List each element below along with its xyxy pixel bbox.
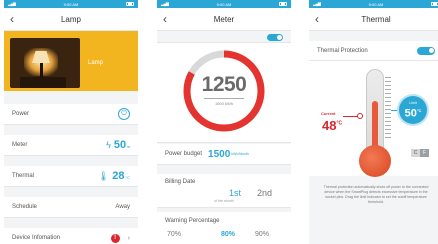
meter-divider xyxy=(204,98,244,99)
billing-date-label: Billing Date xyxy=(165,179,196,185)
status-time: 9:00 AM xyxy=(368,1,384,7)
meter-screen: ▂▄▆ 9:00 AM ‹ Meter 1250 1500 kWh Power … xyxy=(157,0,291,244)
meter-budget-sub: 1500 kWh xyxy=(214,101,233,106)
current-label: Current xyxy=(321,111,336,116)
power-budget-value: 1500 xyxy=(208,148,231,160)
thermal-protection-label: Thermal Protection xyxy=(317,47,368,54)
meter-gauge-card: 1250 1500 kWh xyxy=(157,42,291,143)
thermal-row[interactable]: Thermal 🌡 28 °C xyxy=(4,166,138,187)
power-label: Power xyxy=(12,111,30,117)
status-bar: ▂▄▆ 9:00 AM xyxy=(309,0,438,8)
thermometer-bulb xyxy=(359,145,391,177)
warning-label: Warning Percentage xyxy=(165,218,220,224)
lamp-header: ‹ Lamp xyxy=(4,8,138,31)
unit-fahrenheit[interactable]: F xyxy=(420,149,429,157)
billing-sub: of the month xyxy=(214,199,234,203)
status-bar: ▂▄▆ 9:00 AM xyxy=(4,0,138,8)
schedule-value: Away xyxy=(115,204,130,210)
billing-option-1st[interactable]: 1st xyxy=(229,188,241,198)
current-pointer-line xyxy=(343,116,358,117)
thermometer-panel: Current 48°C Limit 50°C C F xyxy=(309,61,438,177)
alert-badge: ! xyxy=(110,233,120,243)
meter-value: ϟ 50 w xyxy=(106,139,130,151)
unit-toggle[interactable]: C F xyxy=(411,149,429,157)
battery-icon xyxy=(279,2,287,6)
meter-header: ‹ Meter xyxy=(157,8,291,31)
lightning-icon: ϟ xyxy=(106,140,111,150)
power-row: Power ⏻ xyxy=(4,104,138,125)
thermal-header: ‹ Thermal xyxy=(309,8,438,31)
room-photo xyxy=(10,38,80,88)
battery-icon xyxy=(126,2,134,6)
page-title: Thermal xyxy=(361,14,391,24)
power-icon[interactable]: ⏻ xyxy=(118,108,130,120)
thermometer-ticks xyxy=(385,77,391,141)
side-table xyxy=(20,77,66,88)
meter-reading: 1250 xyxy=(201,73,247,96)
warning-option-80[interactable]: 80% xyxy=(221,231,235,238)
thermal-screen: ▂▄▆ 9:00 AM ‹ Thermal Thermal Protection… xyxy=(309,0,438,244)
power-budget-unit: kWh/Month xyxy=(231,152,249,156)
schedule-label: Schedule xyxy=(12,204,38,210)
warning-option-70[interactable]: 70% xyxy=(167,231,181,238)
current-indicator xyxy=(357,113,363,119)
meter-toggle[interactable] xyxy=(267,34,283,41)
meter-row[interactable]: Meter ϟ 50 w xyxy=(4,135,138,156)
status-bar: ▂▄▆ 9:00 AM xyxy=(157,0,291,8)
thermometer-icon: 🌡 xyxy=(97,171,110,181)
back-chevron-icon[interactable]: ‹ xyxy=(10,12,14,26)
signal-icon: ▂▄▆ xyxy=(161,1,169,6)
warning-percentage-row: Warning Percentage 70% 80% 90% xyxy=(157,212,291,244)
limit-temperature: 50°C xyxy=(404,107,422,120)
status-time: 9:00 AM xyxy=(216,1,232,7)
hero-label: Lamp xyxy=(88,60,104,66)
page-title: Meter xyxy=(213,14,235,24)
status-time: 9:00 AM xyxy=(63,1,79,7)
battery-icon xyxy=(431,2,438,6)
schedule-row[interactable]: Schedule Away xyxy=(4,197,138,218)
device-info-label: Device Infomation xyxy=(12,235,61,241)
lamp-base xyxy=(40,63,43,77)
page-title: Lamp xyxy=(60,14,81,24)
signal-icon: ▂▄▆ xyxy=(313,1,321,6)
back-chevron-icon[interactable]: ‹ xyxy=(163,12,167,26)
warning-option-90[interactable]: 90% xyxy=(255,231,269,238)
power-budget-row[interactable]: Power budget 1500 kWh/Month xyxy=(157,144,291,165)
thermal-value: 🌡 28 °C xyxy=(97,170,130,182)
thermal-protection-toggle[interactable] xyxy=(417,47,435,55)
signal-icon: ▂▄▆ xyxy=(8,1,16,6)
back-chevron-icon[interactable]: ‹ xyxy=(315,12,319,26)
thermal-label: Thermal xyxy=(12,173,35,179)
lamp-screen: ▂▄▆ 9:00 AM ‹ Lamp Lamp Power ⏻ Meter ϟ … xyxy=(4,0,138,244)
chevron-right-icon: › xyxy=(127,234,130,242)
unit-celsius[interactable]: C xyxy=(411,149,420,157)
thermal-protection-row: Thermal Protection xyxy=(309,41,438,61)
billing-option-2nd[interactable]: 2nd xyxy=(257,188,272,198)
current-temperature: 48°C xyxy=(322,118,343,133)
meter-label: Meter xyxy=(12,142,28,148)
thermal-description: Thermal protection automatically shuts o… xyxy=(309,178,438,244)
device-info-row[interactable]: Device Infomation ! › xyxy=(4,228,138,244)
billing-date-row: Billing Date 1st 2nd of the month xyxy=(157,174,291,208)
lamp-hero-image: Lamp xyxy=(4,31,138,91)
limit-handle[interactable]: Limit 50°C xyxy=(399,96,427,124)
power-budget-label: Power budget xyxy=(165,151,203,157)
